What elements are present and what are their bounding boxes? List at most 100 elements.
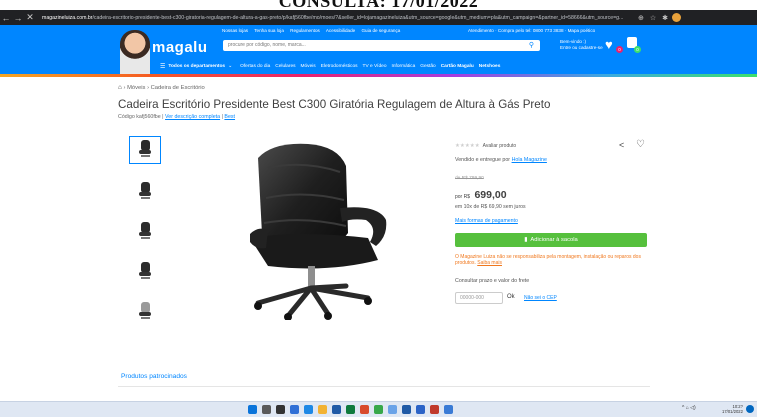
- category-bar: ☰ Todos os departamentos ⌄ Ofertas do di…: [160, 63, 505, 70]
- all-departments[interactable]: Todos os departamentos: [168, 64, 225, 69]
- brand-link[interactable]: Best: [224, 114, 235, 120]
- installments-text: em 10x de R$ 69,90 sem juros: [455, 204, 526, 210]
- check-icon[interactable]: [444, 405, 453, 414]
- breadcrumb-item[interactable]: Cadeira de Escritório: [151, 85, 205, 91]
- product-main-image[interactable]: [228, 138, 398, 320]
- url-host: magazineluiza.com.br: [42, 14, 93, 21]
- lu-mascot-image: [120, 30, 150, 74]
- search-icon[interactable]: [262, 405, 271, 414]
- seller-info: Vendido e entregue por Hola Magazine: [455, 157, 547, 163]
- ok-button[interactable]: Ok: [507, 294, 515, 300]
- assembly-warning: O Magazine Luiza não se responsabiliza p…: [455, 254, 655, 266]
- clock-date: 17/01/2022: [722, 409, 743, 414]
- top-link[interactable]: Regulamentos: [290, 28, 320, 33]
- profile-avatar[interactable]: [672, 13, 682, 22]
- product-meta: Código kafj560fbe | Ver descrição comple…: [118, 114, 236, 120]
- more-payment-link[interactable]: Mais formas de pagamento: [455, 218, 518, 224]
- caption-banner: CONSULTA: 17/01/2022: [0, 0, 757, 10]
- category-link-netshoes[interactable]: Netshoes: [479, 64, 501, 69]
- windows-start-icon[interactable]: [248, 405, 257, 414]
- home-icon[interactable]: ⌂: [118, 84, 122, 91]
- wishlist-count-badge: 0: [616, 46, 623, 53]
- top-link[interactable]: Acessibilidade: [326, 28, 355, 33]
- search-icon[interactable]: ⚲: [529, 41, 534, 49]
- account-link[interactable]: Bem-vindo :) Entre ou cadastre-se: [560, 39, 603, 50]
- system-tray[interactable]: ^ ⌂ ◁): [682, 405, 696, 411]
- stars-icon: ★★★★★: [455, 143, 480, 149]
- seller-prefix: Vendido e entregue por: [455, 157, 511, 163]
- breadcrumb-item[interactable]: Móveis: [127, 85, 145, 91]
- app-icon[interactable]: [388, 405, 397, 414]
- share-icon[interactable]: <: [619, 140, 624, 150]
- top-link[interactable]: Guia de segurança: [361, 28, 400, 33]
- app-icon[interactable]: [290, 405, 299, 414]
- service-info[interactable]: Atendimento · Compra pelo tel: 0800 773 …: [468, 28, 595, 33]
- top-links: Nossas lojas Tenha sua loja Regulamentos…: [222, 28, 405, 33]
- clock[interactable]: 10:2? 17/01/2022: [722, 404, 743, 414]
- favorite-heart-icon[interactable]: ♡: [636, 139, 645, 150]
- screenshot-root: CONSULTA: 17/01/2022 ← → ✕ magazineluiza…: [0, 0, 757, 417]
- forward-icon[interactable]: →: [12, 13, 24, 23]
- site-header: Nossas lojas Tenha sua loja Regulamentos…: [0, 25, 757, 74]
- category-link[interactable]: Móveis: [301, 64, 316, 69]
- top-link[interactable]: Tenha sua loja: [254, 28, 284, 33]
- search-input[interactable]: procure por código, nome, marca... ⚲: [223, 40, 540, 51]
- cart-count-badge: 0: [634, 46, 641, 53]
- file-explorer-icon[interactable]: [318, 405, 327, 414]
- product-title: Cadeira Escritório Presidente Best C300 …: [118, 98, 551, 111]
- add-to-bag-button[interactable]: ▮ Adicionar à sacola: [455, 233, 647, 247]
- category-link[interactable]: Celulares: [275, 64, 295, 69]
- learn-more-link[interactable]: Saiba mais: [477, 260, 502, 266]
- windows-taskbar: ^ ⌂ ◁) 10:2? 17/01/2022: [0, 401, 757, 417]
- notification-icon[interactable]: [746, 405, 754, 413]
- menu-icon[interactable]: ☰: [160, 63, 165, 70]
- login-text: Entre ou cadastre-se: [560, 44, 603, 50]
- price-value: 699,00: [474, 189, 507, 201]
- category-link[interactable]: Informática: [392, 64, 416, 69]
- category-link[interactable]: Gestão: [420, 64, 435, 69]
- rainbow-stripe: [0, 74, 757, 77]
- breadcrumb: ⌂ › Móveis › Cadeira de Escritório: [118, 84, 205, 91]
- bag-icon: ▮: [524, 237, 528, 243]
- product-thumbnail[interactable]: [129, 298, 161, 326]
- address-bar[interactable]: magazineluiza.com.br/cadeira-escritorio-…: [42, 15, 632, 21]
- browser-toolbar: ← → ✕ magazineluiza.com.br/cadeira-escri…: [0, 10, 757, 25]
- word-icon[interactable]: [332, 405, 341, 414]
- product-thumbnail[interactable]: [129, 218, 161, 246]
- wishlist-heart-icon[interactable]: ♥: [605, 37, 613, 52]
- chrome-icon[interactable]: [360, 405, 369, 414]
- old-price: de R$ 799,90: [455, 176, 484, 181]
- rating-stars[interactable]: ★★★★★ Avaliar produto: [455, 143, 516, 149]
- bookmark-star-icon[interactable]: ☆: [650, 14, 656, 22]
- category-link-card[interactable]: Cartão Magalu: [441, 64, 474, 69]
- no-cep-link[interactable]: Não sei o CEP: [524, 295, 557, 301]
- magalu-logo[interactable]: magalu: [152, 39, 208, 56]
- back-icon[interactable]: ←: [0, 13, 12, 23]
- price-prefix: por R$: [455, 194, 471, 200]
- rate-product-link[interactable]: Avaliar produto: [483, 143, 517, 149]
- category-link[interactable]: Ofertas do dia: [240, 64, 270, 69]
- app-icon[interactable]: [430, 405, 439, 414]
- close-icon[interactable]: ✕: [24, 12, 36, 23]
- zoom-icon[interactable]: ⊕: [638, 14, 644, 22]
- edge-icon[interactable]: [304, 405, 313, 414]
- category-link[interactable]: TV e Vídeo: [363, 64, 387, 69]
- see-description-link[interactable]: Ver descrição completa: [165, 114, 220, 120]
- product-thumbnail[interactable]: [129, 178, 161, 206]
- extensions-icon[interactable]: ✱: [662, 14, 668, 22]
- product-code: Código kafj560fbe: [118, 114, 161, 120]
- task-view-icon[interactable]: [276, 405, 285, 414]
- category-link[interactable]: Eletrodomésticos: [321, 64, 358, 69]
- seller-link[interactable]: Hola Magazine: [512, 157, 547, 163]
- app-icon[interactable]: [402, 405, 411, 414]
- add-to-bag-label: Adicionar à sacola: [530, 237, 578, 243]
- product-thumbnail[interactable]: [129, 136, 161, 164]
- chevron-down-icon[interactable]: ⌄: [228, 64, 232, 69]
- cep-input[interactable]: 00000-000: [455, 292, 503, 304]
- excel-icon[interactable]: [346, 405, 355, 414]
- divider: [118, 386, 650, 387]
- product-thumbnail[interactable]: [129, 258, 161, 286]
- app-icon[interactable]: [374, 405, 383, 414]
- app-icon[interactable]: [416, 405, 425, 414]
- top-link[interactable]: Nossas lojas: [222, 28, 248, 33]
